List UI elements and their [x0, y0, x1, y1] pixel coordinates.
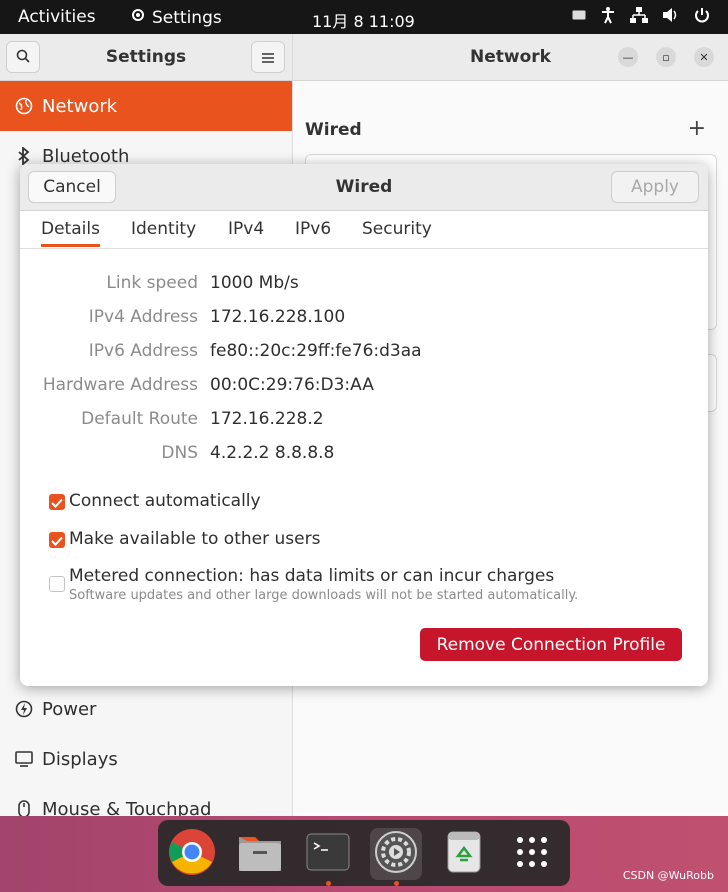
dock	[158, 820, 570, 886]
detail-label: DNS	[161, 443, 198, 463]
main-header: Network — ▫ ✕	[293, 34, 728, 81]
detail-label: Hardware Address	[42, 375, 198, 395]
available-users-label[interactable]: Make available to other users	[69, 529, 320, 549]
close-button[interactable]: ✕	[694, 47, 714, 67]
network-icon	[14, 96, 34, 116]
watermark: CSDN @WuRobb	[622, 869, 714, 882]
apply-button[interactable]: Apply	[611, 171, 699, 203]
maximize-button[interactable]: ▫	[656, 47, 676, 67]
connect-automatically-label[interactable]: Connect automatically	[69, 491, 261, 511]
tab-identity[interactable]: Identity	[131, 219, 196, 239]
gear-icon	[130, 7, 146, 28]
minimize-icon: —	[622, 50, 634, 64]
detail-row-ipv6: IPv6 Address fe80::20c:29ff:fe76:d3aa	[20, 341, 708, 371]
app-grid-icon	[516, 836, 548, 872]
sidebar-item-power[interactable]: Power	[0, 684, 292, 734]
settings-app-icon	[374, 830, 418, 878]
detail-row-route: Default Route 172.16.228.2	[20, 409, 708, 439]
keyboard-icon[interactable]	[572, 10, 586, 20]
detail-row-ipv4: IPv4 Address 172.16.228.100	[20, 307, 708, 337]
detail-value: 1000 Mb/s	[210, 273, 299, 293]
network-wired-icon[interactable]	[630, 7, 648, 23]
close-icon: ✕	[699, 50, 709, 64]
files-icon	[237, 831, 283, 877]
minimize-button[interactable]: —	[618, 47, 638, 67]
detail-row-dns: DNS 4.2.2.2 8.8.8.8	[20, 443, 708, 473]
checkmark-icon	[51, 531, 63, 550]
volume-icon[interactable]	[662, 7, 680, 23]
detail-value: 4.2.2.2 8.8.8.8	[210, 443, 335, 463]
menu-button[interactable]	[251, 41, 285, 73]
power-menu-icon[interactable]	[694, 7, 710, 23]
clock[interactable]: 11月 8 11:09	[312, 8, 415, 32]
bluetooth-icon	[14, 146, 34, 166]
settings-launcher[interactable]	[370, 828, 422, 886]
terminal-icon	[306, 833, 350, 875]
sidebar-item-label: Displays	[42, 748, 118, 770]
activities-button[interactable]: Activities	[18, 7, 96, 27]
detail-label: Default Route	[81, 409, 198, 429]
tab-security[interactable]: Security	[362, 219, 432, 239]
wired-dialog: Cancel Wired Apply Details Identity IPv4…	[20, 164, 708, 686]
add-connection-button[interactable]: +	[688, 116, 706, 141]
maximize-icon: ▫	[662, 50, 670, 64]
available-users-checkbox[interactable]	[49, 532, 65, 548]
dialog-tabs: Details Identity IPv4 IPv6 Security	[20, 211, 708, 249]
sidebar-header: Settings	[0, 34, 292, 81]
system-tray[interactable]	[572, 6, 710, 24]
hamburger-icon	[262, 48, 274, 67]
files-launcher[interactable]	[234, 828, 286, 880]
display-icon	[14, 749, 34, 769]
sidebar-item-displays[interactable]: Displays	[0, 734, 292, 784]
detail-value: 172.16.228.2	[210, 409, 324, 429]
sidebar-item-label: Network	[42, 95, 118, 117]
detail-label: IPv4 Address	[88, 307, 198, 327]
running-indicator	[394, 881, 399, 886]
trash-launcher[interactable]	[438, 828, 490, 880]
chrome-launcher[interactable]	[166, 828, 218, 880]
terminal-launcher[interactable]	[302, 828, 354, 886]
app-menu[interactable]: Settings	[130, 7, 222, 28]
tab-ipv4[interactable]: IPv4	[228, 219, 264, 239]
detail-row-link-speed: Link speed 1000 Mb/s	[20, 273, 708, 303]
trash-icon	[446, 830, 482, 878]
accessibility-icon[interactable]	[600, 6, 616, 24]
detail-value: 00:0C:29:76:D3:AA	[210, 375, 374, 395]
sidebar-item-network[interactable]: Network	[0, 81, 292, 131]
tab-ipv6[interactable]: IPv6	[295, 219, 331, 239]
section-title-wired: Wired	[305, 120, 362, 140]
power-icon	[14, 699, 34, 719]
sidebar-title: Settings	[105, 47, 187, 67]
checkmark-icon	[51, 493, 63, 512]
metered-checkbox[interactable]	[49, 576, 65, 592]
dialog-title: Wired	[335, 177, 393, 197]
sidebar-item-label: Power	[42, 698, 97, 720]
connect-automatically-checkbox[interactable]	[49, 494, 65, 510]
app-menu-label: Settings	[152, 7, 222, 28]
chrome-icon	[168, 828, 216, 880]
remove-connection-profile-button[interactable]: Remove Connection Profile	[420, 628, 682, 661]
detail-value: fe80::20c:29ff:fe76:d3aa	[210, 341, 422, 361]
dialog-header: Cancel Wired Apply	[20, 164, 708, 211]
detail-value: 172.16.228.100	[210, 307, 346, 327]
show-apps-button[interactable]	[506, 828, 558, 880]
detail-label: Link speed	[106, 273, 198, 293]
top-bar: Activities Settings 11月 8 11:09	[0, 0, 728, 34]
metered-label[interactable]: Metered connection: has data limits or c…	[69, 566, 554, 586]
metered-description: Software updates and other large downloa…	[69, 588, 579, 603]
detail-label: IPv6 Address	[88, 341, 198, 361]
running-indicator	[326, 881, 331, 886]
tab-details[interactable]: Details	[41, 219, 100, 247]
detail-row-hardware: Hardware Address 00:0C:29:76:D3:AA	[20, 375, 708, 405]
